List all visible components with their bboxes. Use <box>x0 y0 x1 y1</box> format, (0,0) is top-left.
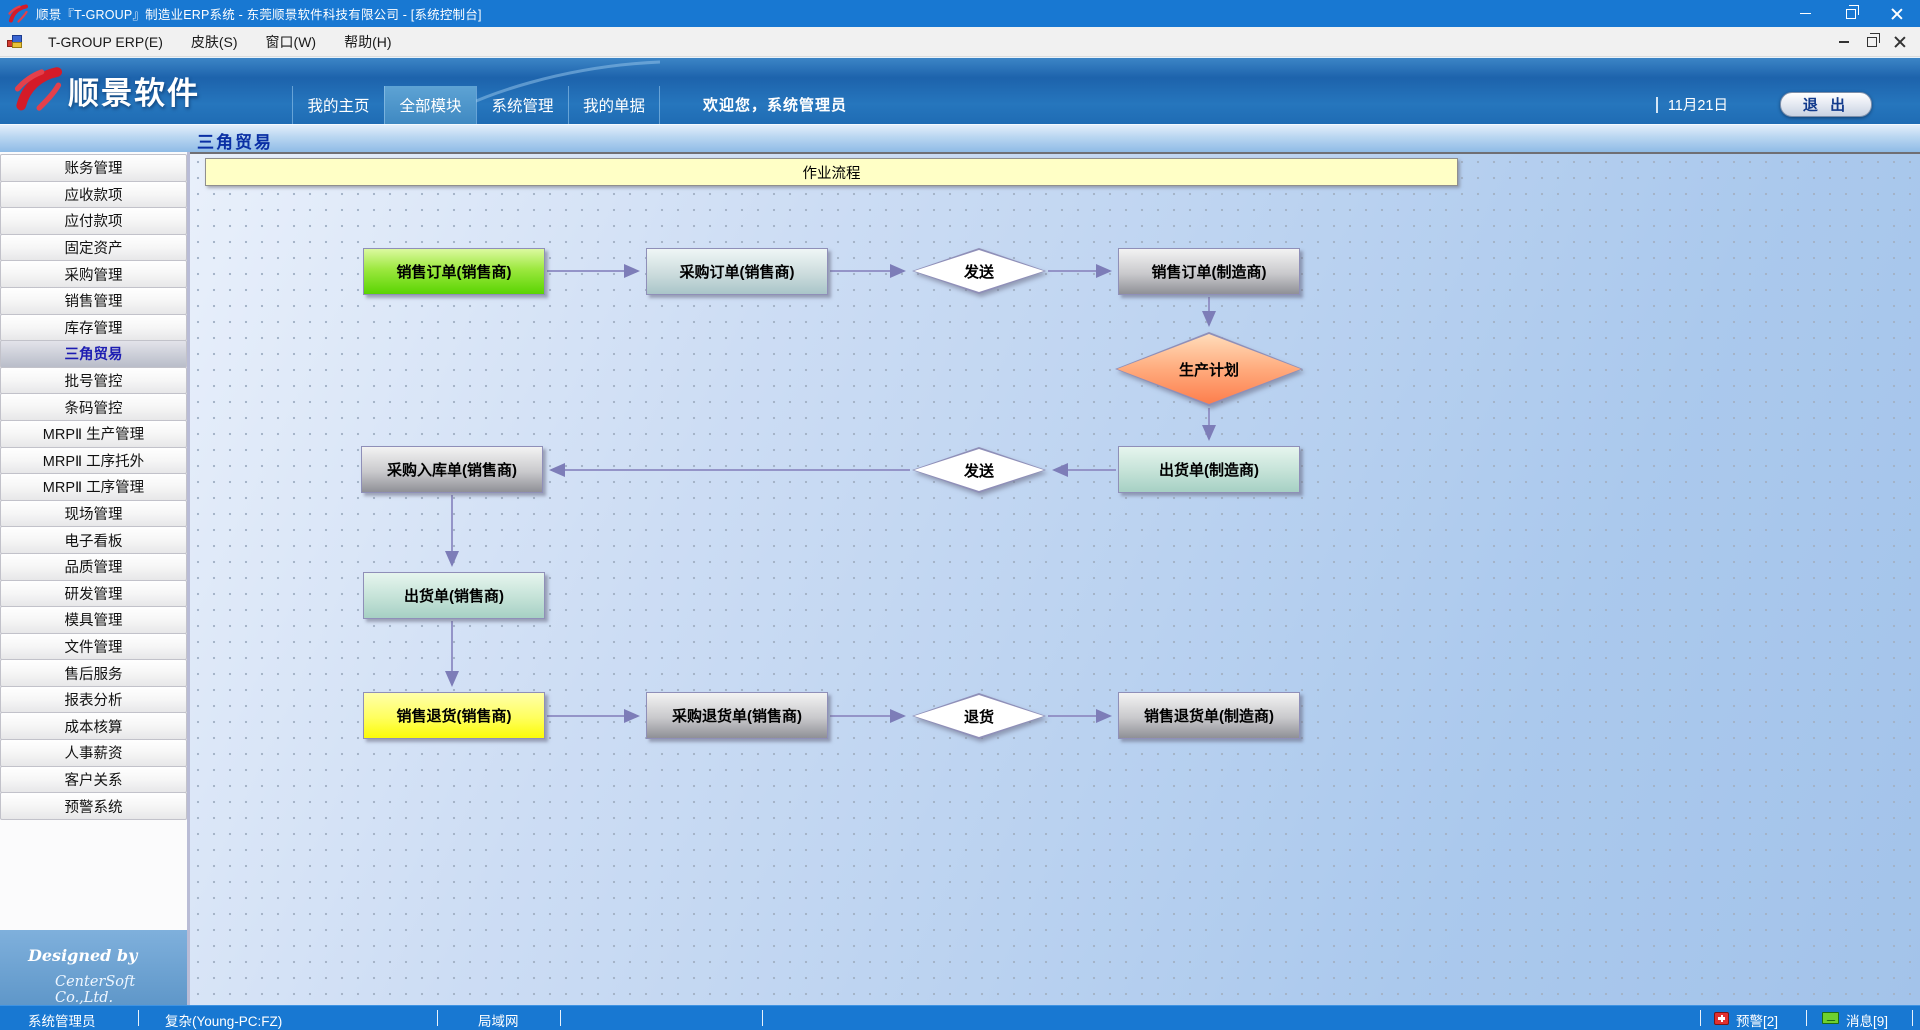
minimize-icon[interactable] <box>1782 0 1828 27</box>
sidebar-item-purchasing[interactable]: 采购管理 <box>0 260 187 288</box>
status-machine: 复杂(Young-PC:FZ) <box>165 1010 282 1030</box>
brand-logo-icon <box>14 66 62 114</box>
status-user: 系统管理员 <box>28 1010 96 1030</box>
app-logo-icon <box>8 4 28 24</box>
menu-item-help[interactable]: 帮助(H) <box>330 27 405 56</box>
header-tabs: 我的主页 全部模块 系统管理 我的单据 <box>292 86 660 124</box>
close-icon[interactable] <box>1874 0 1920 27</box>
sidebar-item-payables[interactable]: 应付款项 <box>0 207 187 235</box>
module-title-bar: 三角贸易 <box>0 124 1920 152</box>
workflow-banner: 作业流程 <box>205 158 1458 186</box>
menu-item-skin[interactable]: 皮肤(S) <box>177 27 252 56</box>
tab-my-homepage[interactable]: 我的主页 <box>292 86 384 124</box>
menu-item-tgroup-erp[interactable]: T-GROUP ERP(E) <box>34 27 177 56</box>
mdi-window-controls <box>1830 27 1914 57</box>
sidebar-item-alerts[interactable]: 预警系统 <box>0 792 187 820</box>
sidebar-item-inventory[interactable]: 库存管理 <box>0 314 187 342</box>
flow-node-sales-return-seller[interactable]: 销售退货(销售商) <box>363 692 545 739</box>
restore-icon[interactable] <box>1828 0 1874 27</box>
sidebar-item-list: 账务管理 应收款项 应付款项 固定资产 采购管理 销售管理 库存管理 三角贸易 … <box>0 155 187 820</box>
sidebar-item-costing[interactable]: 成本核算 <box>0 712 187 740</box>
flow-node-sales-return-maker[interactable]: 销售退货单(制造商) <box>1118 692 1300 739</box>
sidebar-item-reports[interactable]: 报表分析 <box>0 686 187 714</box>
status-bar: 系统管理员 复杂(Young-PC:FZ) 局域网 预警[2] 消息[9] <box>0 1005 1920 1030</box>
status-separator <box>138 1010 139 1026</box>
flow-node-shipment-seller[interactable]: 出货单(销售商) <box>363 572 545 619</box>
app-header: 顺景软件 我的主页 全部模块 系统管理 我的单据 欢迎您，系统管理员 11月21… <box>0 57 1920 124</box>
sidebar-item-rnd[interactable]: 研发管理 <box>0 580 187 608</box>
vendor-name-text: CenterSoft Co.,Ltd. <box>55 974 187 1006</box>
status-separator <box>437 1010 438 1026</box>
status-alerts[interactable]: 预警[2] <box>1736 1010 1778 1030</box>
current-date: 11月21日 <box>1668 94 1728 115</box>
menu-bar: T-GROUP ERP(E) 皮肤(S) 窗口(W) 帮助(H) <box>0 27 1920 57</box>
sidebar-item-files[interactable]: 文件管理 <box>0 633 187 661</box>
header-right-area: 11月21日 退 出 <box>1656 92 1872 117</box>
module-sidebar: 账务管理 应收款项 应付款项 固定资产 采购管理 销售管理 库存管理 三角贸易 … <box>0 152 190 1005</box>
sidebar-item-shopfloor[interactable]: 现场管理 <box>0 500 187 528</box>
flow-node-sales-order-maker[interactable]: 销售订单(制造商) <box>1118 248 1300 295</box>
status-separator <box>762 1010 763 1026</box>
window-title: 顺景『T-GROUP』制造业ERP系统 - 东莞顺景软件科技有限公司 - [系统… <box>36 4 482 23</box>
sidebar-item-hr-payroll[interactable]: 人事薪资 <box>0 739 187 767</box>
content-area: 账务管理 应收款项 应付款项 固定资产 采购管理 销售管理 库存管理 三角贸易 … <box>0 152 1920 1005</box>
flow-node-send-2-label: 发送 <box>914 449 1044 491</box>
tab-system-management[interactable]: 系统管理 <box>476 86 568 124</box>
page-title: 三角贸易 <box>197 128 273 153</box>
sidebar-item-triangle-trade[interactable]: 三角贸易 <box>0 340 187 368</box>
sidebar-item-sales[interactable]: 销售管理 <box>0 287 187 315</box>
welcome-message: 欢迎您，系统管理员 <box>703 94 847 115</box>
flow-node-send-1[interactable]: 发送 <box>912 248 1046 294</box>
sidebar-item-accounting[interactable]: 账务管理 <box>0 154 187 182</box>
exit-button[interactable]: 退 出 <box>1780 92 1872 117</box>
designed-by-text: Designed by <box>28 946 137 965</box>
flow-node-shipment-maker[interactable]: 出货单(制造商) <box>1118 446 1300 493</box>
sidebar-item-quality[interactable]: 品质管理 <box>0 553 187 581</box>
date-divider <box>1656 97 1658 113</box>
mdi-restore-icon[interactable] <box>1858 30 1886 54</box>
flow-node-return[interactable]: 退货 <box>912 693 1046 739</box>
sidebar-footer: Designed by CenterSoft Co.,Ltd. <box>0 930 187 1005</box>
mdi-minimize-icon[interactable] <box>1830 30 1858 54</box>
flow-node-send-1-label: 发送 <box>914 250 1044 292</box>
sidebar-item-mrp2-production[interactable]: MRPⅡ 生产管理 <box>0 420 187 448</box>
sidebar-item-crm[interactable]: 客户关系 <box>0 766 187 794</box>
tab-all-modules[interactable]: 全部模块 <box>384 86 476 124</box>
window-titlebar: 顺景『T-GROUP』制造业ERP系统 - 东莞顺景软件科技有限公司 - [系统… <box>0 0 1920 27</box>
flow-node-production-plan[interactable]: 生产计划 <box>1115 332 1303 406</box>
mdi-close-icon[interactable] <box>1886 30 1914 54</box>
status-separator <box>1806 1010 1807 1026</box>
menu-item-window[interactable]: 窗口(W) <box>252 27 331 56</box>
status-messages[interactable]: 消息[9] <box>1846 1010 1888 1030</box>
status-separator <box>560 1010 561 1026</box>
flow-node-send-2[interactable]: 发送 <box>912 447 1046 493</box>
status-separator <box>1700 1010 1701 1026</box>
flow-node-purchase-receipt-seller[interactable]: 采购入库单(销售商) <box>361 446 543 493</box>
sidebar-item-mrp2-outsourcing[interactable]: MRPⅡ 工序托外 <box>0 447 187 475</box>
window-controls <box>1782 0 1920 27</box>
sidebar-item-mold[interactable]: 模具管理 <box>0 606 187 634</box>
sidebar-item-eboard[interactable]: 电子看板 <box>0 526 187 554</box>
tab-my-documents[interactable]: 我的单据 <box>568 86 660 124</box>
sidebar-item-barcode-control[interactable]: 条码管控 <box>0 393 187 421</box>
sidebar-item-receivables[interactable]: 应收款项 <box>0 181 187 209</box>
flow-node-purchase-return-seller[interactable]: 采购退货单(销售商) <box>646 692 828 739</box>
sidebar-item-mrp2-process[interactable]: MRPⅡ 工序管理 <box>0 473 187 501</box>
flow-node-production-plan-label: 生产计划 <box>1117 334 1301 404</box>
sidebar-item-fixed-assets[interactable]: 固定资产 <box>0 234 187 262</box>
brand-logo: 顺景软件 <box>14 66 200 114</box>
sidebar-item-after-sales[interactable]: 售后服务 <box>0 659 187 687</box>
mdi-document-icon <box>7 34 24 49</box>
flow-node-return-label: 退货 <box>914 695 1044 737</box>
status-network: 局域网 <box>478 1010 519 1030</box>
message-envelope-icon <box>1822 1012 1839 1024</box>
workflow-canvas: 作业流程 销售订单(销售商) <box>190 152 1920 1005</box>
brand-logo-text: 顺景软件 <box>68 68 200 113</box>
status-separator <box>1912 1010 1913 1026</box>
flow-node-purchase-order-seller[interactable]: 采购订单(销售商) <box>646 248 828 295</box>
flow-node-sales-order-seller[interactable]: 销售订单(销售商) <box>363 248 545 295</box>
alert-medkit-icon <box>1714 1012 1729 1025</box>
sidebar-item-batch-control[interactable]: 批号管控 <box>0 367 187 395</box>
